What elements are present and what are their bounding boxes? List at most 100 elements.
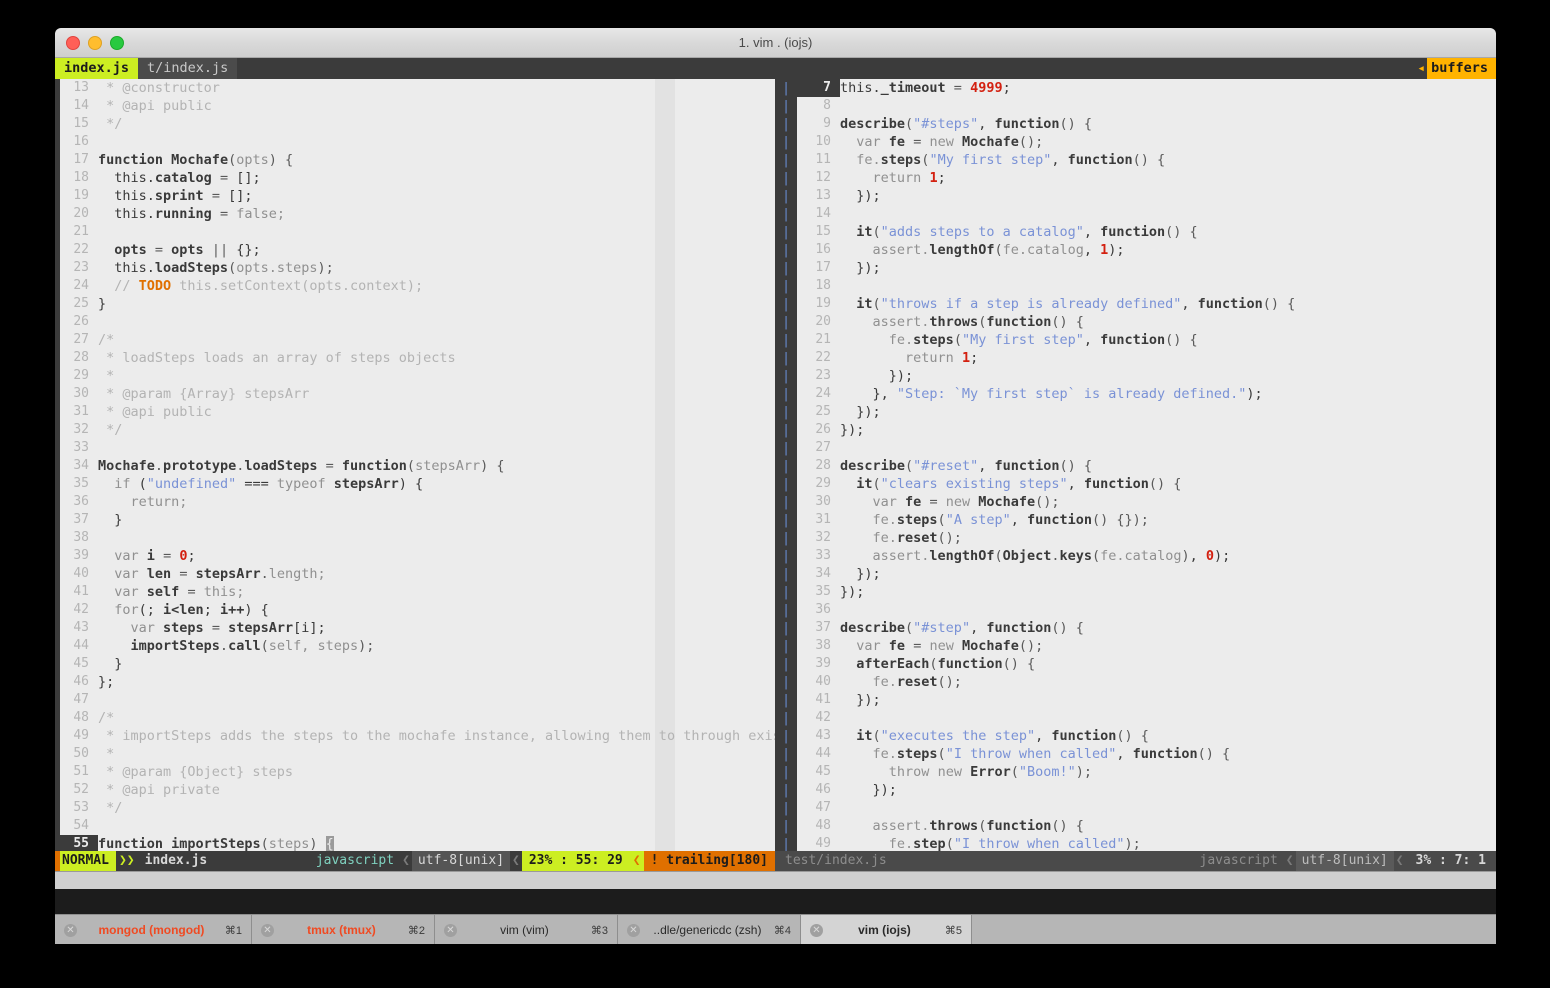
code-line[interactable]: 45 } (55, 655, 775, 673)
code-line[interactable]: 44 fe.steps("I throw when called", funct… (797, 745, 1496, 763)
code-line[interactable]: 52 * @api private (55, 781, 775, 799)
code-line[interactable]: 36 (797, 601, 1496, 619)
code-line[interactable]: 39 afterEach(function() { (797, 655, 1496, 673)
close-icon[interactable]: ✕ (261, 923, 274, 937)
code-line[interactable]: 53 */ (55, 799, 775, 817)
code-line[interactable]: 18 (797, 277, 1496, 295)
code-line[interactable]: 24 // TODO this.setContext(opts.context)… (55, 277, 775, 295)
code-line[interactable]: 37 describe("#step", function() { (797, 619, 1496, 637)
code-line[interactable]: 22 opts = opts || {}; (55, 241, 775, 259)
code-line[interactable]: 47 (55, 691, 775, 709)
code-line[interactable]: 49 * importSteps adds the steps to the m… (55, 727, 775, 745)
code-line[interactable]: 20 this.running = false; (55, 205, 775, 223)
code-line[interactable]: 9 describe("#steps", function() { (797, 115, 1496, 133)
code-line[interactable]: 33 (55, 439, 775, 457)
code-line[interactable]: 8 (797, 97, 1496, 115)
code-line[interactable]: 42 (797, 709, 1496, 727)
code-line[interactable]: 24 }, "Step: `My first step` is already … (797, 385, 1496, 403)
code-line[interactable]: 19 this.sprint = []; (55, 187, 775, 205)
code-line[interactable]: 31 fe.steps("A step", function() {}); (797, 511, 1496, 529)
code-line[interactable]: 16 assert.lengthOf(fe.catalog, 1); (797, 241, 1496, 259)
code-line[interactable]: 14 * @api public (55, 97, 775, 115)
code-line[interactable]: 40 var len = stepsArr.length; (55, 565, 775, 583)
code-line[interactable]: 23 this.loadSteps(opts.steps); (55, 259, 775, 277)
code-line[interactable]: 49 fe.step("I throw when called"); (797, 835, 1496, 851)
code-line[interactable]: 12 return 1; (797, 169, 1496, 187)
code-line[interactable]: 34 }); (797, 565, 1496, 583)
vim-command-line[interactable] (55, 871, 1496, 889)
code-line[interactable]: 32 fe.reset(); (797, 529, 1496, 547)
code-line[interactable]: 17 function Mochafe(opts) { (55, 151, 775, 169)
code-line[interactable]: 26}); (797, 421, 1496, 439)
code-line[interactable]: 15 */ (55, 115, 775, 133)
code-line[interactable]: 36 return; (55, 493, 775, 511)
code-line[interactable]: 30 * @param {Array} stepsArr (55, 385, 775, 403)
vim-tabline[interactable]: index.js t/index.js ◂ buffers (55, 58, 1496, 79)
code-line[interactable]: 37 } (55, 511, 775, 529)
code-line[interactable]: 46}; (55, 673, 775, 691)
code-line[interactable]: 30 var fe = new Mochafe(); (797, 493, 1496, 511)
editor-pane-right[interactable]: | | | | | | | | | | | | | | | | | | | | | | | | | | | | | | | | | | | | | | | |… (775, 79, 1496, 851)
code-line[interactable]: 31 * @api public (55, 403, 775, 421)
code-line[interactable]: 43 it("executes the step", function() { (797, 727, 1496, 745)
code-line[interactable]: 50 * (55, 745, 775, 763)
code-line[interactable]: 40 fe.reset(); (797, 673, 1496, 691)
code-line[interactable]: 21 (55, 223, 775, 241)
code-line[interactable]: 13 }); (797, 187, 1496, 205)
code-line[interactable]: 27 (797, 439, 1496, 457)
code-line[interactable]: 20 assert.throws(function() { (797, 313, 1496, 331)
terminal-tab-3[interactable]: ✕ vim (vim) ⌘3 (435, 915, 618, 945)
code-line[interactable]: 23 }); (797, 367, 1496, 385)
code-line[interactable]: 10 var fe = new Mochafe(); (797, 133, 1496, 151)
terminal-tab-1[interactable]: ✕ mongod (mongod) ⌘1 (55, 915, 252, 945)
left-code-lines[interactable]: 13 * @constructor 14 * @api public 15 */16… (55, 79, 775, 851)
code-line[interactable]: 34 Mochafe.prototype.loadSteps = function… (55, 457, 775, 475)
code-line[interactable]: 28 * loadSteps loads an array of steps o… (55, 349, 775, 367)
code-line[interactable]: 22 return 1; (797, 349, 1496, 367)
code-line[interactable]: 54 (55, 817, 775, 835)
code-line[interactable]: 38 (55, 529, 775, 547)
vim-tab-t-index-js[interactable]: t/index.js (138, 58, 238, 79)
code-line[interactable]: 18 this.catalog = []; (55, 169, 775, 187)
code-line[interactable]: 35 if ("undefined" === typeof stepsArr) … (55, 475, 775, 493)
code-line[interactable]: 29 * (55, 367, 775, 385)
code-line[interactable]: 51 * @param {Object} steps (55, 763, 775, 781)
code-line[interactable]: 17 }); (797, 259, 1496, 277)
close-icon[interactable]: ✕ (64, 923, 77, 937)
code-line[interactable]: 29 it("clears existing steps", function(… (797, 475, 1496, 493)
buffers-indicator[interactable]: ◂ buffers (1411, 58, 1496, 79)
window-titlebar[interactable]: 1. vim . (iojs) (55, 28, 1496, 58)
code-line[interactable]: 55 function importSteps(steps) { (55, 835, 775, 851)
code-line[interactable]: 38 var fe = new Mochafe(); (797, 637, 1496, 655)
code-line[interactable]: 39 var i = 0; (55, 547, 775, 565)
code-line[interactable]: 19 it("throws if a step is already defin… (797, 295, 1496, 313)
code-line[interactable]: 46 }); (797, 781, 1496, 799)
terminal-tab-5[interactable]: ✕ vim (iojs) ⌘5 (801, 915, 972, 945)
code-line[interactable]: 26 (55, 313, 775, 331)
buffers-label[interactable]: buffers (1427, 58, 1496, 79)
close-icon[interactable]: ✕ (444, 923, 457, 937)
code-line[interactable]: 25 }); (797, 403, 1496, 421)
code-line[interactable]: 14 (797, 205, 1496, 223)
code-line[interactable]: 25} (55, 295, 775, 313)
vim-tab-index-js[interactable]: index.js (55, 58, 139, 79)
code-line[interactable]: 13 * @constructor (55, 79, 775, 97)
code-line[interactable]: 48 /* (55, 709, 775, 727)
editor-pane-left[interactable]: 13 * @constructor 14 * @api public 15 */16… (55, 79, 775, 851)
code-line[interactable]: 42 for(; i<len; i++) { (55, 601, 775, 619)
code-line[interactable]: 43 var steps = stepsArr[i]; (55, 619, 775, 637)
code-line[interactable]: 21 fe.steps("My first step", function() … (797, 331, 1496, 349)
terminal-tab-2[interactable]: ✕ tmux (tmux) ⌘2 (252, 915, 435, 945)
split-separator[interactable]: | | | | | | | | | | | | | | | | | | | | | | | | | | | | | | | | | | | | | | | |… (775, 79, 797, 851)
code-line[interactable]: 48 assert.throws(function() { (797, 817, 1496, 835)
terminal-tab-bar[interactable]: ✕ mongod (mongod) ⌘1 ✕ tmux (tmux) ⌘2 ✕ vim (vi… (55, 914, 1496, 945)
code-line[interactable]: 33 assert.lengthOf(Object.keys(fe.catalo… (797, 547, 1496, 565)
close-icon[interactable]: ✕ (810, 923, 823, 937)
code-line[interactable]: 11 fe.steps("My first step", function() … (797, 151, 1496, 169)
code-line[interactable]: 44 importSteps.call(self, steps); (55, 637, 775, 655)
code-line[interactable]: 7 this._timeout = 4999; (797, 79, 1496, 97)
code-line[interactable]: 47 (797, 799, 1496, 817)
code-line[interactable]: 41 var self = this; (55, 583, 775, 601)
code-line[interactable]: 27 /* (55, 331, 775, 349)
code-line[interactable]: 32 */ (55, 421, 775, 439)
